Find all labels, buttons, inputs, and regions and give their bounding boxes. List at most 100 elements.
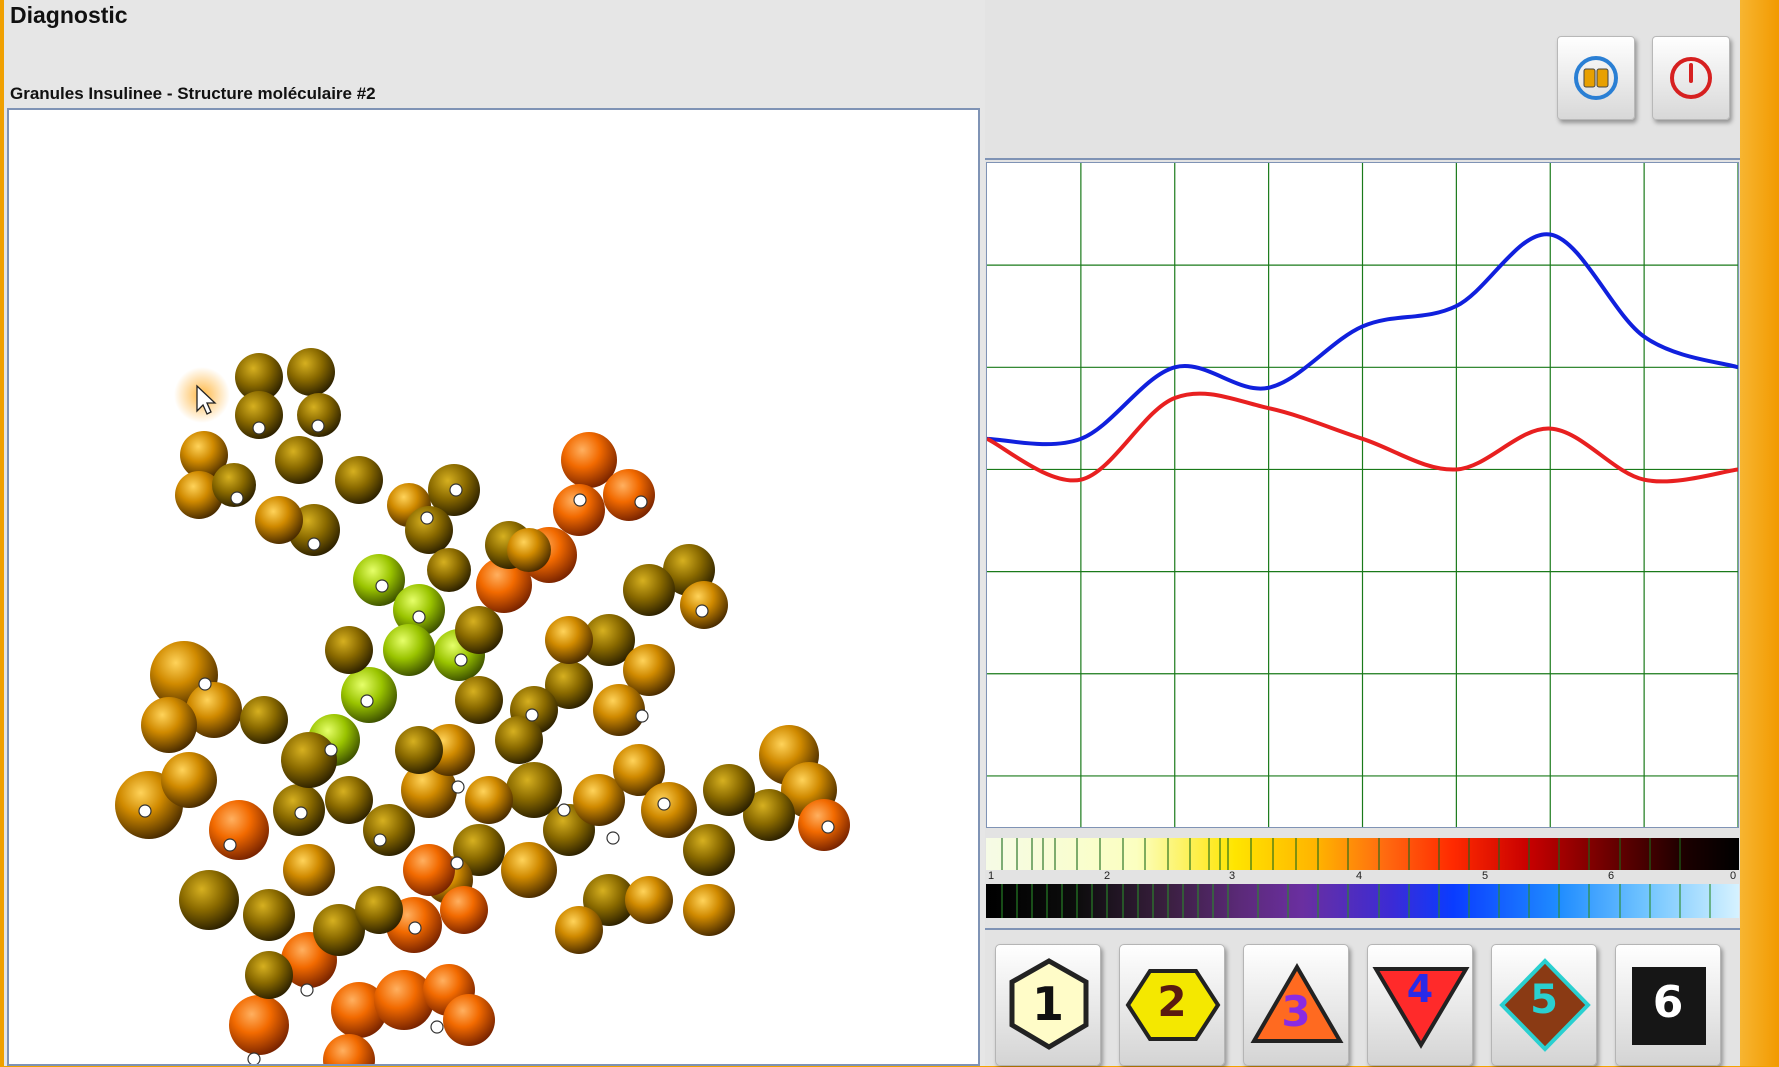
symbol-button-6[interactable]: 6	[1615, 944, 1721, 1066]
atom-marker[interactable]	[430, 1020, 444, 1034]
spectrum-tick	[1001, 838, 1004, 870]
atom-marker[interactable]	[557, 803, 571, 817]
symbol-label: 6	[1652, 977, 1684, 1028]
atom-marker[interactable]	[198, 677, 212, 691]
atom-marker[interactable]	[307, 537, 321, 551]
atom-sphere	[161, 752, 217, 808]
atom-marker[interactable]	[634, 495, 648, 509]
atom-sphere	[553, 484, 605, 536]
atom-marker[interactable]	[420, 511, 434, 525]
atom-sphere	[323, 1034, 375, 1064]
atom-sphere	[275, 436, 323, 484]
scale-label: 3	[1229, 870, 1236, 882]
atom-marker[interactable]	[695, 604, 709, 618]
atom-sphere	[141, 697, 197, 753]
atom-marker[interactable]	[247, 1052, 261, 1064]
atom-sphere	[465, 776, 513, 824]
symbol-button-3[interactable]: 3	[1243, 944, 1349, 1066]
spectrum-tick	[1528, 838, 1531, 870]
book-button[interactable]	[1557, 36, 1635, 120]
atom-marker[interactable]	[252, 421, 266, 435]
power-icon	[1670, 57, 1712, 99]
spectrum-tick	[1053, 838, 1056, 870]
symbol-toolbar: 1 2 3 4 5 6	[985, 928, 1740, 1066]
symbol-button-5[interactable]: 5	[1491, 944, 1597, 1066]
spectrum-tick	[1437, 838, 1440, 870]
atom-marker[interactable]	[294, 806, 308, 820]
symbol-label: 3	[1281, 987, 1311, 1036]
spectrum-tick	[1121, 884, 1124, 918]
molecule-viewer[interactable]	[7, 108, 980, 1066]
symbol-label: 2	[1157, 977, 1187, 1026]
molecule-markers[interactable]	[138, 419, 835, 1064]
atom-marker[interactable]	[311, 419, 325, 433]
atom-sphere	[623, 564, 675, 616]
atom-sphere	[501, 842, 557, 898]
spectrum-tick	[1347, 838, 1350, 870]
atom-marker[interactable]	[408, 921, 422, 935]
spectrum-tick	[1001, 884, 1004, 918]
scale-label: 0	[1730, 870, 1737, 882]
atom-marker[interactable]	[606, 831, 620, 845]
spectrum-tick	[1257, 884, 1260, 918]
spectrum-tick	[1249, 838, 1252, 870]
atom-sphere	[555, 906, 603, 954]
atom-marker[interactable]	[138, 804, 152, 818]
viewer-subtitle: Granules Insulinee - Structure moléculai…	[10, 84, 376, 103]
atom-marker[interactable]	[525, 708, 539, 722]
atom-sphere	[355, 886, 403, 934]
spectrum-tick	[1558, 838, 1561, 870]
atom-sphere	[363, 804, 415, 856]
atom-marker[interactable]	[449, 483, 463, 497]
spectrum-tick	[1031, 884, 1034, 918]
scale-label: 5	[1482, 870, 1489, 882]
symbol-label: 5	[1530, 977, 1558, 1023]
atom-marker[interactable]	[300, 983, 314, 997]
atom-marker[interactable]	[373, 833, 387, 847]
atom-marker[interactable]	[450, 856, 464, 870]
spectrum-tick	[1558, 884, 1561, 918]
atom-marker[interactable]	[573, 493, 587, 507]
atom-sphere	[209, 800, 269, 860]
spectrum-bar-cool	[986, 884, 1739, 918]
atom-sphere	[625, 876, 673, 924]
symbol-label: 4	[1406, 967, 1434, 1011]
symbol-button-1[interactable]: 1	[995, 944, 1101, 1066]
window-title: Diagnostic	[10, 2, 128, 28]
spectrum-tick	[1144, 838, 1147, 870]
spectrum-tick	[1208, 838, 1211, 870]
atom-marker[interactable]	[230, 491, 244, 505]
atom-sphere	[703, 764, 755, 816]
spectrum-tick	[1226, 884, 1229, 918]
atom-marker[interactable]	[375, 579, 389, 593]
spectrum-tick	[1016, 884, 1019, 918]
atom-marker[interactable]	[360, 694, 374, 708]
symbol-button-4[interactable]: 4	[1367, 944, 1473, 1066]
atom-marker[interactable]	[454, 653, 468, 667]
atom-marker[interactable]	[223, 838, 237, 852]
side-strip	[1740, 0, 1779, 1066]
atom-sphere	[683, 824, 735, 876]
atom-sphere	[395, 726, 443, 774]
spectrum-tick	[1287, 884, 1290, 918]
atom-marker[interactable]	[324, 743, 338, 757]
spectrum-tick	[1618, 884, 1621, 918]
atom-sphere	[240, 696, 288, 744]
spectrum-tick	[1181, 884, 1184, 918]
atom-marker[interactable]	[821, 820, 835, 834]
right-pane: 1 2 3 4 5 6 0 1 2 3 4 5 6	[985, 0, 1740, 1066]
molecule-model[interactable]	[9, 110, 978, 1064]
scale-label: 4	[1356, 870, 1363, 882]
molecule-atoms	[115, 348, 850, 1064]
power-button[interactable]	[1652, 36, 1730, 120]
atom-marker[interactable]	[412, 610, 426, 624]
atom-sphere	[243, 889, 295, 941]
atom-marker[interactable]	[635, 709, 649, 723]
atom-marker[interactable]	[657, 797, 671, 811]
spectrum-tick	[1648, 884, 1651, 918]
spectrum-tick	[1618, 838, 1621, 870]
symbol-button-2[interactable]: 2	[1119, 944, 1225, 1066]
spectrum-tick	[1166, 838, 1169, 870]
atom-marker[interactable]	[451, 780, 465, 794]
atom-sphere	[427, 548, 471, 592]
